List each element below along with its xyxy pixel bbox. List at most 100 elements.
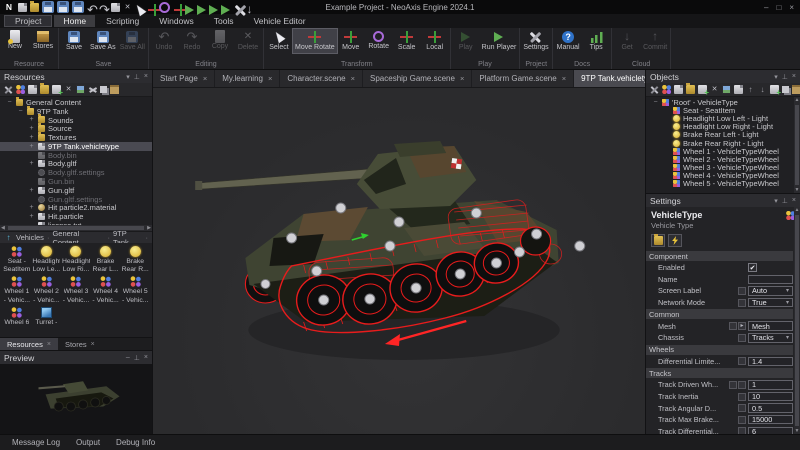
property-row[interactable]: Mesh Mesh Mesh Mesh▾ <box>646 320 793 332</box>
ribbon-button[interactable]: Tips <box>582 29 610 53</box>
tree-item[interactable]: +Sounds <box>0 116 152 125</box>
close-icon[interactable]: × <box>47 341 51 348</box>
ribbon-button[interactable]: Move <box>337 29 365 53</box>
tree-item[interactable]: Wheel 5 - VehicleTypeWheel <box>646 180 800 188</box>
tree-item[interactable]: +Source <box>0 124 152 133</box>
property-default-button[interactable] <box>738 322 746 330</box>
quick-access-icon[interactable] <box>185 3 194 12</box>
grid-item[interactable]: HeadlightLow Le... <box>32 246 62 273</box>
ribbon-button[interactable]: Get <box>613 29 641 53</box>
quick-access-icon[interactable] <box>72 1 84 13</box>
grid-item[interactable]: Wheel 4- Vehic... <box>91 276 121 303</box>
panel-header-button[interactable]: × <box>792 73 796 81</box>
tree-expander[interactable]: + <box>28 204 35 211</box>
quick-access-icon[interactable] <box>57 1 69 13</box>
ribbon-button[interactable]: Play <box>452 29 480 53</box>
property-field[interactable]: 1▾ <box>748 380 793 390</box>
ribbon-button[interactable]: Rotate <box>365 29 393 52</box>
property-row[interactable]: Tracks Tracks ▾ <box>646 368 793 378</box>
aup-icon[interactable] <box>746 85 755 94</box>
menu-item[interactable]: Windows <box>150 15 202 27</box>
menu-item[interactable]: Tools <box>205 15 243 27</box>
grid-item[interactable]: BrakeRear L... <box>91 246 121 273</box>
pageplus-icon[interactable] <box>52 85 61 94</box>
grid-item[interactable]: HeadlightLow Ri... <box>61 246 91 273</box>
tree-item[interactable]: Gun.bin <box>0 177 152 186</box>
property-extra-button[interactable] <box>729 381 737 389</box>
quick-access-icon[interactable] <box>18 3 27 12</box>
grid-item[interactable]: Seat -SeatItem <box>2 246 32 273</box>
menu-item[interactable]: Project <box>4 15 52 27</box>
grid-item[interactable]: BrakeRear R... <box>120 246 150 273</box>
property-row[interactable]: Common Common ▾ <box>646 309 793 319</box>
tree-expander[interactable]: + <box>28 143 35 150</box>
property-row[interactable]: Network Mode Network Mode True True▾ <box>646 297 793 309</box>
property-row[interactable]: Chassis Chassis Tracks Tracks▾ <box>646 332 793 344</box>
tree-item[interactable]: −General Content <box>0 98 152 107</box>
panel-header-button[interactable]: ⊥ <box>134 73 140 81</box>
grid-item[interactable]: Wheel 3- Vehic... <box>61 276 91 303</box>
close-icon[interactable]: × <box>460 74 464 83</box>
tree-item[interactable]: −9TP Tank <box>0 107 152 116</box>
property-field[interactable]: 0.5▾ <box>748 403 793 413</box>
tree-expander[interactable]: + <box>28 134 35 141</box>
property-extra-button[interactable] <box>729 322 737 330</box>
property-row[interactable]: Track Max Brake... Track Max Brake... 15… <box>646 414 793 426</box>
ribbon-button[interactable]: Move Rotate <box>293 29 337 53</box>
ribbon-button[interactable]: Delete <box>234 29 262 53</box>
property-default-button[interactable] <box>738 381 746 389</box>
quick-access-icon[interactable] <box>111 3 120 12</box>
quick-access-icon[interactable] <box>147 3 156 12</box>
property-default-button[interactable] <box>738 416 746 424</box>
property-row[interactable]: Wheels Wheels ▾ <box>646 345 793 355</box>
property-row[interactable]: Name Name ▾ <box>646 274 793 286</box>
quick-access-icon[interactable] <box>209 3 218 12</box>
quick-access-icon[interactable] <box>233 3 242 12</box>
property-row[interactable]: Screen Label Screen Label Auto Auto▾ <box>646 285 793 297</box>
quick-access-icon[interactable] <box>159 2 170 13</box>
horizontal-scrollbar[interactable]: ◀▶ <box>0 225 152 231</box>
tree-item[interactable]: +Gun.gltf <box>0 186 152 195</box>
panel-header-button[interactable]: ⊥ <box>782 197 788 205</box>
ribbon-button[interactable]: New <box>1 29 29 52</box>
page-icon[interactable] <box>734 85 743 94</box>
ribbon-button[interactable]: Save All <box>118 29 147 53</box>
document-tab[interactable]: Start Page× <box>153 70 215 87</box>
scissors-icon[interactable] <box>88 85 97 94</box>
ribbon-button[interactable]: Settings <box>521 29 550 53</box>
grid-item[interactable]: Wheel 2- Vehic... <box>32 276 62 303</box>
tree-item[interactable]: +Body.gltf <box>0 160 152 169</box>
quick-access-icon[interactable] <box>87 3 96 12</box>
property-field[interactable]: True▾ <box>748 298 793 308</box>
property-row[interactable]: Track Differential... Track Differential… <box>646 426 793 434</box>
menu-item[interactable]: Home <box>54 15 95 27</box>
property-field[interactable]: Mesh▾ <box>748 321 793 331</box>
tree-item[interactable]: Gun.gltf.settings <box>0 195 152 204</box>
copy-icon[interactable] <box>100 86 107 93</box>
menu-item[interactable]: Scripting <box>97 15 148 27</box>
close-icon[interactable]: × <box>351 74 355 83</box>
adown-icon[interactable] <box>758 85 767 94</box>
quick-access-icon[interactable] <box>99 3 108 12</box>
ribbon-button[interactable]: Stores <box>29 29 57 52</box>
tree-item[interactable]: +Textures <box>0 133 152 142</box>
cross-icon[interactable] <box>64 85 73 94</box>
paste-icon[interactable] <box>792 85 800 94</box>
tree-expander[interactable]: − <box>652 99 659 106</box>
property-row[interactable]: Enabled Enabled ✔ ✔▾ <box>646 262 793 274</box>
property-default-button[interactable] <box>738 393 746 401</box>
property-default-button[interactable] <box>738 357 746 365</box>
close-icon[interactable]: × <box>91 341 95 348</box>
component-icon[interactable] <box>662 85 671 94</box>
property-default-button[interactable] <box>738 427 746 434</box>
panel-header-button[interactable]: ▾ <box>774 73 778 81</box>
property-default-button[interactable] <box>738 287 746 295</box>
page-icon[interactable] <box>674 85 683 94</box>
quick-access-icon[interactable] <box>30 3 39 12</box>
viewport-3d[interactable] <box>153 88 645 434</box>
folder-icon[interactable] <box>40 85 49 94</box>
image-icon[interactable] <box>722 85 731 94</box>
tree-item[interactable]: +Hit.particle <box>0 212 152 221</box>
bottom-tab[interactable]: Resources× <box>0 338 58 350</box>
tree-expander[interactable]: − <box>6 99 13 106</box>
